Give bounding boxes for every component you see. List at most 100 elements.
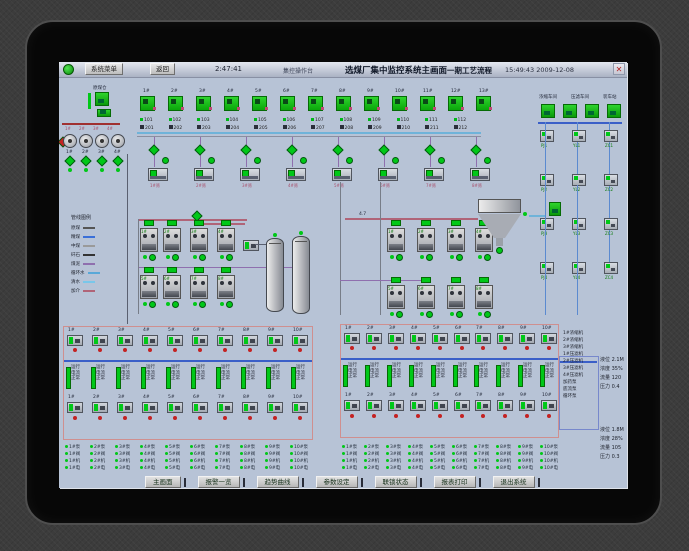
area-device-icon[interactable] xyxy=(541,104,555,118)
pump-icon[interactable] xyxy=(344,333,360,344)
hopper-feed-valve-icon[interactable] xyxy=(421,277,431,283)
pump-icon[interactable] xyxy=(541,333,557,344)
pump-icon[interactable] xyxy=(117,402,133,413)
pump-icon[interactable] xyxy=(475,333,491,344)
hopper-feed-valve-icon[interactable] xyxy=(167,267,177,273)
feeder-icon[interactable] xyxy=(196,96,212,111)
screen-machine-icon[interactable] xyxy=(194,168,214,181)
buffer-tank-icon[interactable] xyxy=(292,236,310,314)
screen-machine-icon[interactable] xyxy=(378,168,398,181)
area-device-icon[interactable] xyxy=(585,104,599,118)
process-node-icon[interactable] xyxy=(572,174,586,186)
feeder-icon[interactable] xyxy=(168,96,184,111)
pump-icon[interactable] xyxy=(497,400,513,411)
line-valve-icon[interactable] xyxy=(286,144,298,156)
discharge-valve-icon[interactable] xyxy=(226,254,233,261)
nav-button[interactable]: 联锁状态 xyxy=(374,476,417,488)
hopper-feed-valve-icon[interactable] xyxy=(221,267,231,273)
agitator-icon[interactable] xyxy=(79,134,93,148)
line-valve-icon[interactable] xyxy=(470,144,482,156)
pump-icon[interactable] xyxy=(167,335,183,346)
pump-icon[interactable] xyxy=(388,400,404,411)
screen-machine-icon[interactable] xyxy=(424,168,444,181)
bunker-gate-icon[interactable] xyxy=(97,109,111,117)
hopper-feed-valve-icon[interactable] xyxy=(479,277,489,283)
hopper-feed-valve-icon[interactable] xyxy=(391,220,401,226)
line-valve2-icon[interactable] xyxy=(484,157,491,164)
agitator-valve-icon[interactable] xyxy=(112,155,124,167)
pump-icon[interactable] xyxy=(192,402,208,413)
pump-icon[interactable] xyxy=(242,335,258,346)
discharge-valve-icon[interactable] xyxy=(456,311,463,318)
pump-icon[interactable] xyxy=(344,400,360,411)
feeder-icon[interactable] xyxy=(280,96,296,111)
feeder-icon[interactable] xyxy=(448,96,464,111)
agitator-icon[interactable] xyxy=(63,134,77,148)
line-valve-icon[interactable] xyxy=(240,144,252,156)
pump-icon[interactable] xyxy=(366,333,382,344)
discharge-valve-icon[interactable] xyxy=(484,311,491,318)
feeder-icon[interactable] xyxy=(336,96,352,111)
nav-button[interactable]: 趋势曲线 xyxy=(256,476,299,488)
pump-icon[interactable] xyxy=(432,333,448,344)
feeder-icon[interactable] xyxy=(224,96,240,111)
process-node-icon[interactable] xyxy=(540,130,554,142)
feeder-icon[interactable] xyxy=(364,96,380,111)
hopper-feed-valve-icon[interactable] xyxy=(421,220,431,226)
pump-icon[interactable] xyxy=(519,400,535,411)
line-valve-icon[interactable] xyxy=(148,144,160,156)
discharge-valve-icon[interactable] xyxy=(456,254,463,261)
pump-icon[interactable] xyxy=(410,400,426,411)
pump-icon[interactable] xyxy=(167,402,183,413)
discharge-valve-icon[interactable] xyxy=(396,254,403,261)
agitator-icon[interactable] xyxy=(111,134,125,148)
line-valve-icon[interactable] xyxy=(424,144,436,156)
feeder-icon[interactable] xyxy=(392,96,408,111)
discharge-valve-icon[interactable] xyxy=(199,254,206,261)
screen-machine-icon[interactable] xyxy=(240,168,260,181)
process-node-icon[interactable] xyxy=(572,218,586,230)
pump-icon[interactable] xyxy=(67,335,83,346)
line-valve2-icon[interactable] xyxy=(254,157,261,164)
hopper-feed-valve-icon[interactable] xyxy=(144,220,154,226)
discharge-valve-icon[interactable] xyxy=(149,254,156,261)
hopper-feed-valve-icon[interactable] xyxy=(144,267,154,273)
line-valve2-icon[interactable] xyxy=(300,157,307,164)
agitator-icon[interactable] xyxy=(95,134,109,148)
pump-icon[interactable] xyxy=(67,402,83,413)
pump-icon[interactable] xyxy=(217,402,233,413)
pump-icon[interactable] xyxy=(454,333,470,344)
nav-button[interactable]: 退出系统 xyxy=(492,476,535,488)
feeder-icon[interactable] xyxy=(420,96,436,111)
pump-icon[interactable] xyxy=(454,400,470,411)
discharge-valve-icon[interactable] xyxy=(426,254,433,261)
screen-machine-icon[interactable] xyxy=(148,168,168,181)
feeder-icon[interactable] xyxy=(308,96,324,111)
process-node-icon[interactable] xyxy=(604,130,618,142)
nav-button[interactable]: 报表打印 xyxy=(433,476,476,488)
pump-icon[interactable] xyxy=(192,335,208,346)
pump-icon[interactable] xyxy=(366,400,382,411)
agitator-valve-icon[interactable] xyxy=(80,155,92,167)
pump-icon[interactable] xyxy=(142,402,158,413)
hopper-feed-valve-icon[interactable] xyxy=(221,220,231,226)
feeder-icon[interactable] xyxy=(252,96,268,111)
area-device-icon[interactable] xyxy=(563,104,577,118)
discharge-valve-icon[interactable] xyxy=(149,301,156,308)
pump-icon[interactable] xyxy=(267,402,283,413)
buffer-tank-icon[interactable] xyxy=(266,238,284,312)
discharge-valve-icon[interactable] xyxy=(199,301,206,308)
distributor-icon[interactable] xyxy=(549,202,561,216)
process-node-icon[interactable] xyxy=(572,130,586,142)
pump-icon[interactable] xyxy=(117,335,133,346)
hopper-feed-valve-icon[interactable] xyxy=(451,277,461,283)
pump-icon[interactable] xyxy=(541,400,557,411)
hopper-feed-valve-icon[interactable] xyxy=(451,220,461,226)
agitator-valve-icon[interactable] xyxy=(64,155,76,167)
pump-icon[interactable] xyxy=(497,333,513,344)
nav-button[interactable]: 报警一览 xyxy=(197,476,240,488)
line-valve-icon[interactable] xyxy=(378,144,390,156)
process-node-icon[interactable] xyxy=(540,174,554,186)
hopper-feed-valve-icon[interactable] xyxy=(167,220,177,226)
process-node-icon[interactable] xyxy=(604,218,618,230)
